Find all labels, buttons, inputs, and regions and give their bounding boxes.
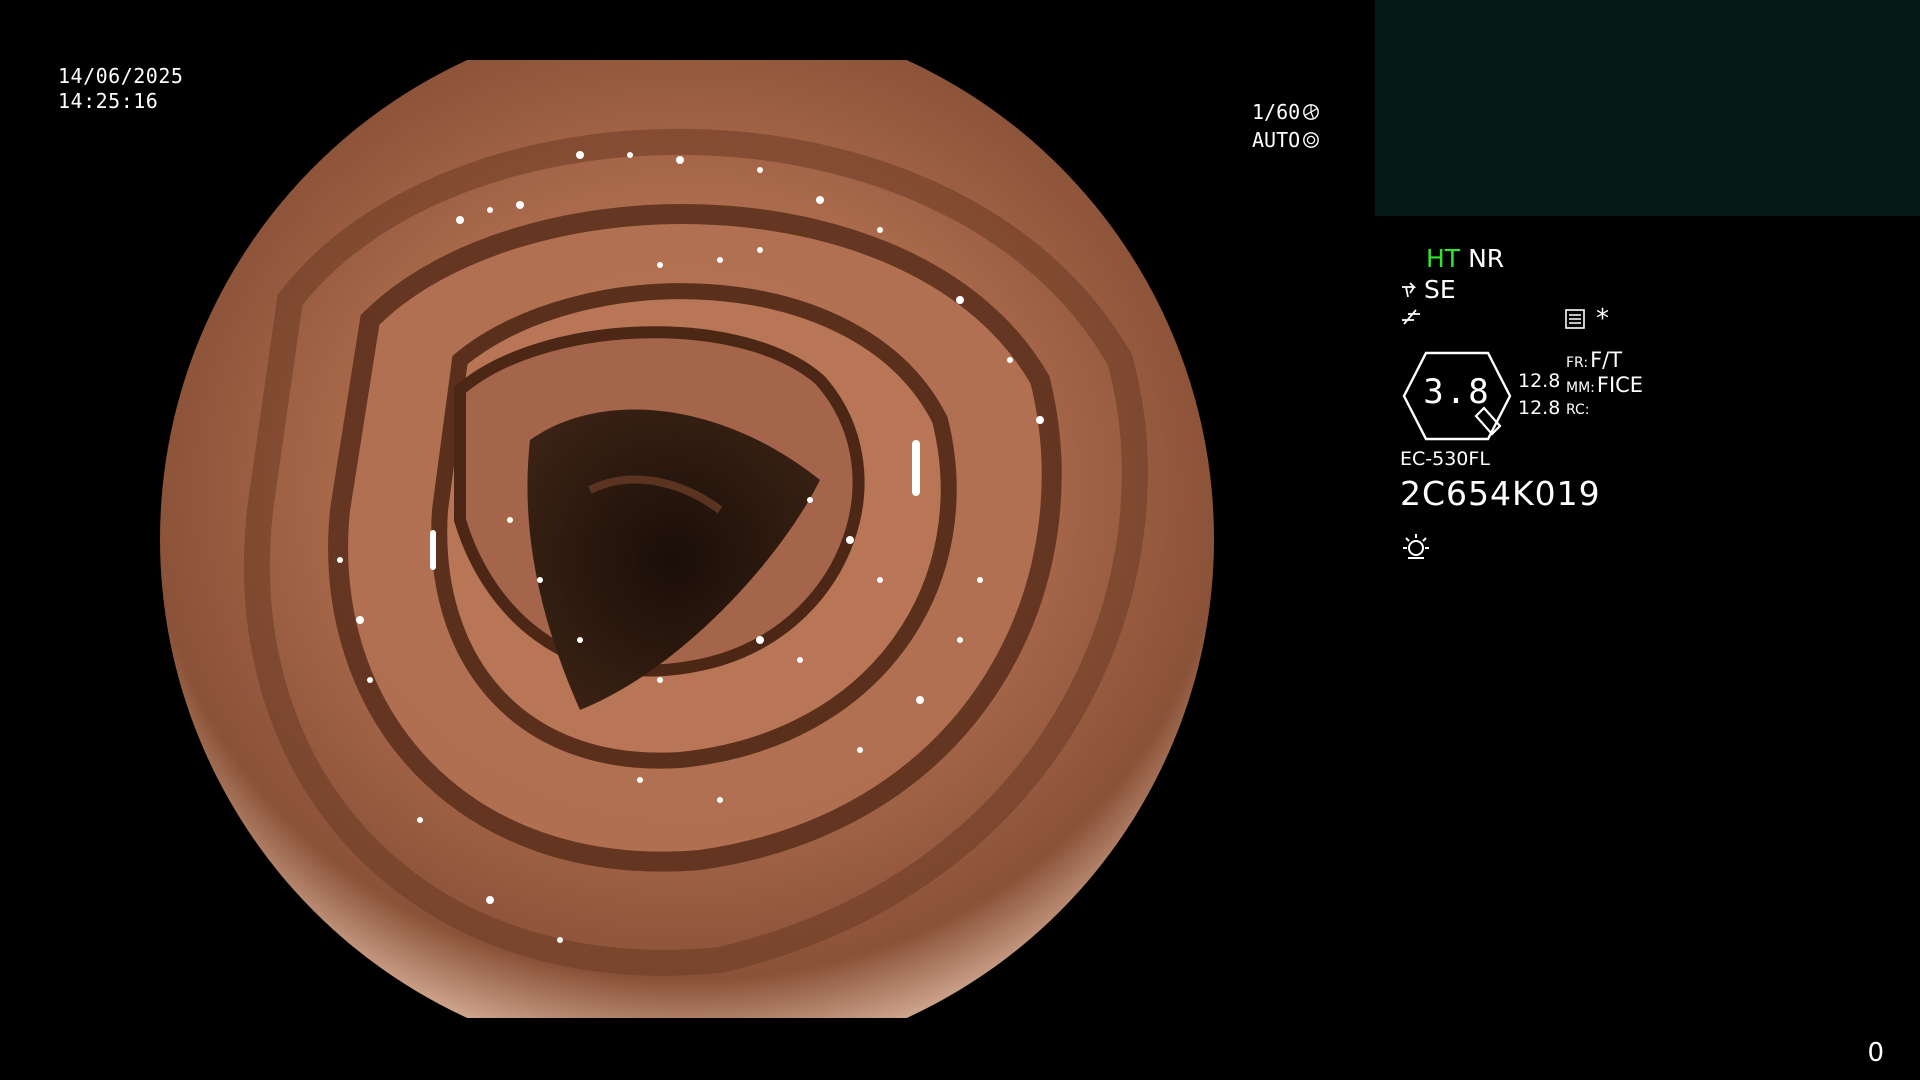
menu-icon: [1565, 309, 1585, 329]
rc-label: RC:: [1566, 402, 1590, 418]
fr-value: F/T: [1590, 348, 1623, 372]
se-icon: [1402, 281, 1417, 297]
endoscopy-screen: 14/06/2025 14:25:16 1/60 AUTO HT NR SE *…: [0, 0, 1920, 1080]
exposure-overlay: 1/60 AUTO: [1252, 98, 1320, 154]
light-icon: [1403, 534, 1429, 559]
iris-row: AUTO: [1252, 126, 1320, 154]
scope-model: EC-530FL: [1400, 448, 1490, 470]
mode-indicators: HT NR: [1426, 244, 1504, 273]
endoscope-image: [160, 60, 1214, 1018]
scope-serial: 2C654K019: [1400, 474, 1601, 513]
value-1: 12.8: [1518, 370, 1561, 392]
fr-label: FR:: [1566, 355, 1589, 371]
ht-indicator: HT: [1426, 244, 1461, 273]
se-indicator: SE: [1400, 275, 1456, 304]
rc-row: RC:: [1566, 398, 1643, 423]
function-row: *: [1400, 304, 1620, 336]
shutter-row: 1/60: [1252, 98, 1320, 126]
iris-icon: [1303, 132, 1320, 148]
setting-labels: FR: F/T MM: FICE RC:: [1566, 348, 1643, 423]
value-column: 12.8 12.8: [1518, 368, 1560, 422]
mm-value: FICE: [1596, 373, 1644, 397]
zoom-value: 3.8: [1423, 372, 1491, 412]
shutter-label: 1/60: [1252, 100, 1301, 124]
nr-indicator: NR: [1468, 244, 1505, 273]
asterisk-indicator: *: [1596, 304, 1609, 334]
picture-in-picture-panel: [1375, 0, 1920, 216]
value-2: 12.8: [1518, 397, 1561, 419]
fx-icon: [1402, 309, 1420, 325]
shutter-icon: [1303, 104, 1320, 120]
frame-counter: 0: [1867, 1038, 1884, 1068]
se-label: SE: [1424, 275, 1456, 304]
fr-row: FR: F/T: [1566, 348, 1643, 373]
mm-row: MM: FICE: [1566, 373, 1643, 398]
iris-label: AUTO: [1252, 128, 1301, 152]
zoom-indicator: 3.8: [1400, 350, 1514, 442]
